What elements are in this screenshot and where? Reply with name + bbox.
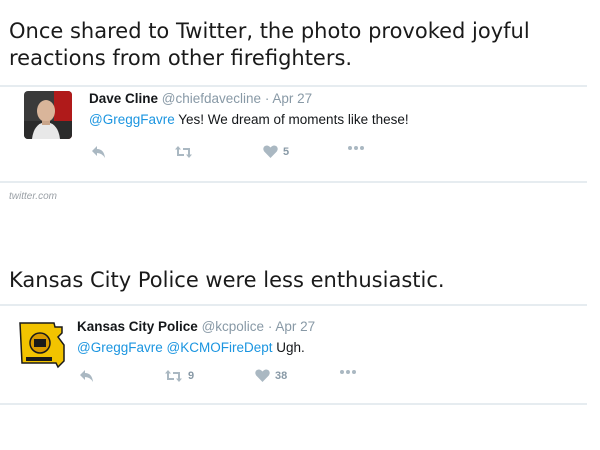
tweet-top-divider	[0, 304, 587, 306]
more-dots-icon	[340, 370, 356, 374]
tweet-top-divider	[0, 85, 587, 87]
reply-button[interactable]	[79, 369, 95, 383]
avatar[interactable]	[18, 319, 68, 371]
retweet-icon	[175, 146, 192, 158]
mention-link[interactable]: @GreggFavre	[89, 112, 175, 127]
retweet-count: 9	[188, 370, 195, 382]
like-button[interactable]: 5	[263, 145, 289, 158]
tweet-header: Kansas City Police @kcpolice · Apr 27	[77, 319, 315, 334]
retweet-button[interactable]	[174, 145, 198, 159]
author-name[interactable]: Dave Cline	[89, 91, 158, 106]
caption-police: Kansas City Police were less enthusiasti…	[9, 268, 445, 292]
timestamp[interactable]: Apr 27	[272, 91, 312, 106]
like-button[interactable]: 38	[255, 369, 287, 382]
mention-link[interactable]: @GreggFavre	[77, 340, 163, 355]
retweet-icon	[165, 370, 182, 382]
author-handle[interactable]: @kcpolice	[202, 319, 264, 334]
like-count: 5	[283, 145, 290, 158]
more-button[interactable]	[347, 145, 365, 151]
author-handle[interactable]: @chiefdavecline	[162, 91, 261, 106]
source-credit: twitter.com	[9, 191, 57, 202]
heart-icon	[263, 145, 278, 158]
reply-icon	[92, 146, 105, 158]
tweet-dave-cline: Dave Cline @chiefdavecline · Apr 27 @Gre…	[0, 85, 587, 185]
tweet-body: Yes! We dream of moments like these!	[174, 112, 409, 127]
tweet-text: @GreggFavre @KCMOFireDept Ugh.	[77, 340, 305, 355]
reply-icon	[80, 370, 93, 382]
tweet-body: Ugh.	[272, 340, 305, 355]
heart-icon	[255, 369, 270, 382]
separator: ·	[264, 91, 270, 106]
reply-button[interactable]	[91, 145, 107, 159]
more-dots-icon	[348, 146, 364, 150]
mention-link[interactable]: @KCMOFireDept	[167, 340, 273, 355]
like-count: 38	[275, 369, 288, 382]
retweet-button[interactable]: 9	[164, 369, 194, 383]
tweet-bottom-divider	[0, 403, 587, 405]
timestamp[interactable]: Apr 27	[275, 319, 315, 334]
tweet-text: @GreggFavre Yes! We dream of moments lik…	[89, 112, 409, 127]
author-name[interactable]: Kansas City Police	[77, 319, 198, 334]
more-button[interactable]	[339, 369, 357, 375]
tweet-header: Dave Cline @chiefdavecline · Apr 27	[89, 91, 312, 106]
avatar[interactable]	[24, 91, 72, 139]
caption-firefighters: Once shared to Twitter, the photo provok…	[9, 19, 530, 70]
separator: ·	[267, 319, 273, 334]
tweet-kansas-city-police: Kansas City Police @kcpolice · Apr 27 @G…	[0, 304, 587, 405]
tweet-bottom-divider	[0, 181, 587, 183]
